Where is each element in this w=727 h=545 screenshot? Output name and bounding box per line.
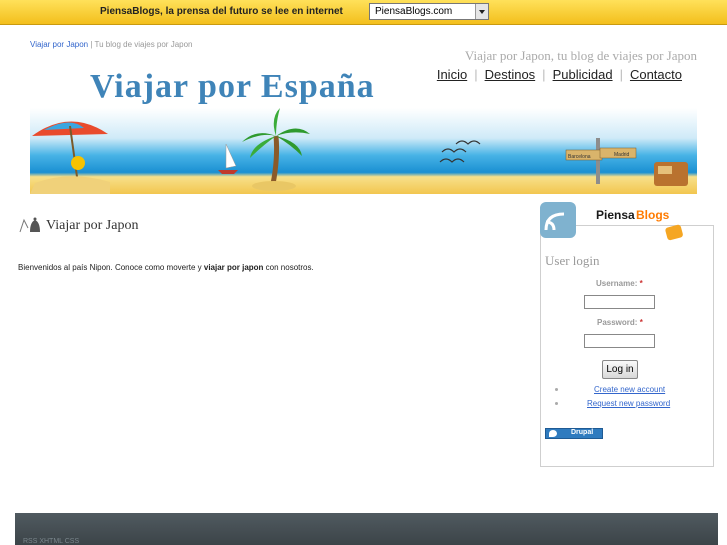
nav-inicio[interactable]: Inicio xyxy=(437,67,467,82)
required-mark: * xyxy=(639,279,643,288)
sign-madrid: Madrid xyxy=(614,152,630,158)
brand-piensa: Piensa xyxy=(596,208,635,222)
brand-blogs: Blogs xyxy=(636,208,670,222)
chevron-down-icon[interactable] xyxy=(475,4,488,19)
intro-text-end: con nosotros. xyxy=(263,263,314,272)
nav-destinos[interactable]: Destinos xyxy=(485,67,536,82)
username-input[interactable] xyxy=(584,295,655,309)
bell-icon xyxy=(19,217,40,233)
intro-text-keyword: viajar por japon xyxy=(203,263,264,272)
sign-barcelona: Barcelona xyxy=(568,154,591,160)
nav-publicidad[interactable]: Publicidad xyxy=(553,67,613,82)
breadcrumb-rest: | Tu blog de viajes por Japon xyxy=(88,40,193,49)
footer: RSS XHTML CSS xyxy=(15,513,718,545)
list-bullet xyxy=(555,402,558,405)
intro-text-start: Bienvenidos al país Nipon. Conoce como m… xyxy=(18,263,204,272)
request-password-link[interactable]: Request new password xyxy=(587,399,670,408)
login-button[interactable]: Log in xyxy=(602,360,638,379)
breadcrumb: Viajar por Japon | Tu blog de viajes por… xyxy=(30,40,193,49)
piensablogs-logo[interactable]: Piensa Blogs xyxy=(540,200,690,242)
list-bullet xyxy=(555,388,558,391)
suitcase-icon xyxy=(654,162,688,186)
nav-contacto[interactable]: Contacto xyxy=(630,67,682,82)
site-select[interactable]: PiensaBlogs.com xyxy=(369,3,489,20)
username-label: Username: * xyxy=(596,279,643,288)
nav-separator: | xyxy=(542,67,546,82)
drupal-drop-icon xyxy=(549,430,557,437)
page-title: Viajar por Japon xyxy=(46,218,139,233)
nav-separator: | xyxy=(619,67,623,82)
drupal-badge-label: Drupal xyxy=(571,429,594,436)
header-banner: Barcelona Madrid xyxy=(30,108,697,194)
site-select-value: PiensaBlogs.com xyxy=(375,6,453,17)
site-logo[interactable]: Viajar por España xyxy=(90,68,375,106)
breadcrumb-home-link[interactable]: Viajar por Japon xyxy=(30,40,88,49)
username-label-text: Username: xyxy=(596,279,640,288)
rss-icon xyxy=(540,202,576,238)
promo-text: PiensaBlogs, la prensa del futuro se lee… xyxy=(100,6,343,17)
login-block-title: User login xyxy=(545,253,600,268)
beach-ball-icon xyxy=(71,156,85,170)
nav-separator: | xyxy=(474,67,478,82)
intro-text: Bienvenidos al país Nipon. Conoce como m… xyxy=(18,263,314,272)
required-mark: * xyxy=(639,318,643,327)
footer-links[interactable]: RSS XHTML CSS xyxy=(23,538,79,545)
site-slogan: Viajar por Japon, tu blog de viajes por … xyxy=(464,48,697,63)
password-input[interactable] xyxy=(584,334,655,348)
drupal-badge[interactable]: Drupal xyxy=(545,428,603,439)
top-promo-bar: PiensaBlogs, la prensa del futuro se lee… xyxy=(0,0,727,25)
password-label: Password: * xyxy=(597,318,643,327)
password-label-text: Password: xyxy=(597,318,640,327)
main-nav: Inicio | Destinos | Publicidad | Contacto xyxy=(437,67,682,82)
create-account-link[interactable]: Create new account xyxy=(594,385,665,394)
